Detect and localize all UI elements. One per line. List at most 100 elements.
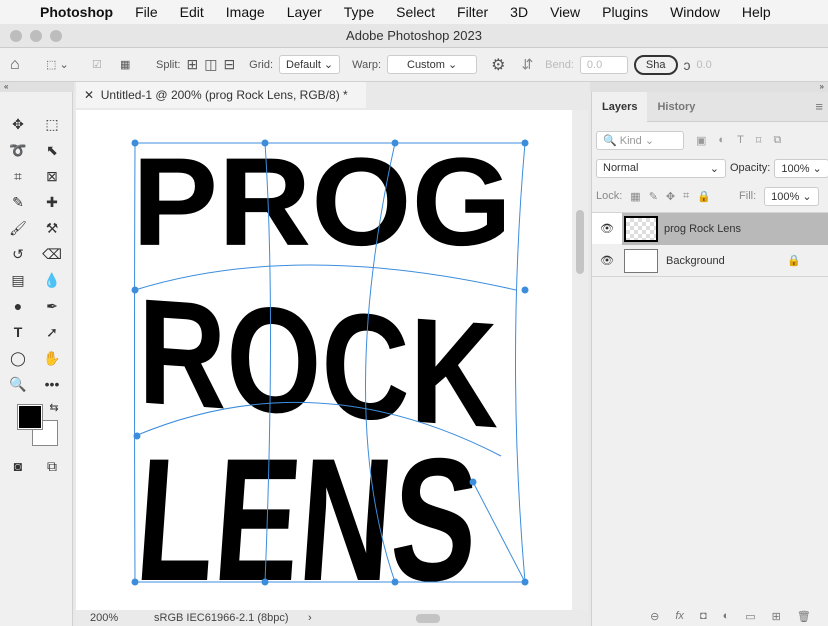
- menu-view[interactable]: View: [550, 4, 580, 20]
- layer-name[interactable]: prog Rock Lens: [664, 223, 741, 235]
- panel-menu-icon[interactable]: ≡: [815, 99, 823, 114]
- marquee-tool-icon[interactable]: ⬚: [42, 114, 62, 134]
- fill-input[interactable]: 100% ⌄: [764, 186, 819, 206]
- warp-point[interactable]: [521, 286, 529, 294]
- shape-input[interactable]: Sha: [633, 54, 678, 75]
- new-layer-icon[interactable]: ⊞: [772, 610, 781, 623]
- split-vertical-button[interactable]: ◫: [204, 56, 217, 73]
- zoom-window-button[interactable]: [50, 30, 62, 42]
- warp-point[interactable]: [261, 578, 269, 586]
- vertical-scrollbar[interactable]: [572, 110, 588, 610]
- pen-tool-icon[interactable]: ✒: [42, 296, 62, 316]
- eraser-tool-icon[interactable]: ⌫: [42, 244, 62, 264]
- canvas[interactable]: PROG ROCK LENS: [76, 110, 572, 618]
- new-group-icon[interactable]: ▭: [745, 610, 755, 623]
- minimize-window-button[interactable]: [30, 30, 42, 42]
- warp-orientation-icon[interactable]: ⇵: [521, 56, 533, 73]
- layer-row[interactable]: 👁 Background 🔒: [592, 245, 828, 277]
- filter-adjustment-icon[interactable]: ◐: [718, 134, 725, 146]
- filter-type-icon[interactable]: T: [737, 134, 744, 146]
- warp-artwork[interactable]: PROG ROCK LENS: [76, 110, 572, 618]
- lock-pixels-icon[interactable]: ✎: [649, 190, 658, 203]
- filter-shape-icon[interactable]: ⌑: [756, 134, 762, 147]
- filter-pixel-icon[interactable]: ▣: [696, 134, 706, 147]
- blur-tool-icon[interactable]: 💧: [42, 270, 62, 290]
- visibility-eye-icon[interactable]: 👁: [592, 222, 622, 235]
- swap-colors-icon[interactable]: ⇆: [44, 398, 64, 418]
- link-layers-icon[interactable]: ⊖: [650, 610, 659, 623]
- split-horizontal-button[interactable]: ⊟: [223, 56, 235, 73]
- dodge-tool-icon[interactable]: ●: [8, 296, 28, 316]
- warp-point[interactable]: [521, 578, 529, 586]
- more-tools-icon[interactable]: •••: [42, 374, 62, 394]
- warp-point[interactable]: [521, 139, 529, 147]
- ellipse-tool-icon[interactable]: ◯: [8, 348, 28, 368]
- document-tab[interactable]: ✕ Untitled-1 @ 200% (prog Rock Lens, RGB…: [76, 82, 366, 108]
- horizontal-scroll-thumb[interactable]: [416, 614, 440, 623]
- path-select-tool-icon[interactable]: ➚: [42, 322, 62, 342]
- menu-window[interactable]: Window: [670, 4, 720, 20]
- gear-icon[interactable]: ⚙: [491, 55, 505, 75]
- stamp-tool-icon[interactable]: ⚒: [42, 218, 62, 238]
- warp-point[interactable]: [469, 478, 477, 486]
- visibility-eye-icon[interactable]: 👁: [592, 254, 622, 267]
- zoom-level[interactable]: 200%: [90, 610, 118, 626]
- menu-plugins[interactable]: Plugins: [602, 4, 648, 20]
- foreground-color-swatch[interactable]: [17, 404, 43, 430]
- warp-point[interactable]: [391, 578, 399, 586]
- menu-help[interactable]: Help: [742, 4, 771, 20]
- lock-transparent-icon[interactable]: ▦: [630, 190, 640, 203]
- menu-file[interactable]: File: [135, 4, 158, 20]
- filter-kind-select[interactable]: 🔍 Kind ⌄: [596, 130, 684, 150]
- warp-point[interactable]: [133, 432, 141, 440]
- brush-tool-icon[interactable]: 🖌: [8, 218, 28, 238]
- transform-icon[interactable]: ⬚ ⌄: [46, 58, 86, 71]
- checkbox-icon[interactable]: ☑: [92, 58, 114, 71]
- menu-3d[interactable]: 3D: [510, 4, 528, 20]
- frame-tool-icon[interactable]: ⊠: [42, 166, 62, 186]
- screen-mode-icon[interactable]: ⧉: [42, 456, 62, 476]
- grid-points-icon[interactable]: ▦: [120, 58, 150, 71]
- lock-artboard-icon[interactable]: ⌗: [683, 190, 689, 203]
- menu-layer[interactable]: Layer: [287, 4, 322, 20]
- tab-history[interactable]: History: [647, 92, 705, 122]
- quick-mask-icon[interactable]: ◙: [8, 456, 28, 476]
- tab-layers[interactable]: Layers: [592, 91, 648, 122]
- grid-select[interactable]: Default ⌄: [279, 55, 341, 74]
- zoom-tool-icon[interactable]: 🔍: [8, 374, 28, 394]
- add-mask-icon[interactable]: ◘: [700, 610, 707, 622]
- hand-tool-icon[interactable]: ✋: [42, 348, 62, 368]
- collapse-right-icon[interactable]: »: [820, 82, 824, 91]
- gradient-tool-icon[interactable]: ▤: [8, 270, 28, 290]
- lasso-tool-icon[interactable]: ➰: [8, 140, 28, 160]
- menu-type[interactable]: Type: [344, 4, 374, 20]
- warp-point[interactable]: [131, 578, 139, 586]
- object-select-tool-icon[interactable]: ⬉: [42, 140, 62, 160]
- filter-smart-object-icon[interactable]: ⧉: [773, 134, 781, 147]
- fx-icon[interactable]: fx: [675, 610, 684, 622]
- warp-point[interactable]: [261, 139, 269, 147]
- collapse-left-icon[interactable]: «: [4, 82, 8, 91]
- layer-row[interactable]: 👁 prog Rock Lens: [592, 212, 828, 245]
- status-menu-arrow[interactable]: ›: [308, 610, 312, 626]
- close-window-button[interactable]: [10, 30, 22, 42]
- lock-all-icon[interactable]: 🔒: [697, 190, 711, 203]
- menu-select[interactable]: Select: [396, 4, 435, 20]
- warp-point[interactable]: [131, 286, 139, 294]
- adjustment-layer-icon[interactable]: ◐: [723, 610, 730, 622]
- eyedropper-tool-icon[interactable]: ✎: [8, 192, 28, 212]
- rotate-icon[interactable]: ↄ: [684, 57, 691, 73]
- field-v2[interactable]: 0.0: [697, 59, 712, 71]
- menu-edit[interactable]: Edit: [180, 4, 204, 20]
- warp-select[interactable]: Custom ⌄: [387, 55, 478, 74]
- type-tool-icon[interactable]: T: [8, 322, 28, 342]
- blend-mode-select[interactable]: Normal ⌄: [596, 158, 726, 178]
- vertical-scroll-thumb[interactable]: [576, 210, 584, 274]
- warp-point[interactable]: [131, 139, 139, 147]
- menu-image[interactable]: Image: [226, 4, 265, 20]
- bend-input[interactable]: 0.0: [579, 55, 628, 74]
- crop-tool-icon[interactable]: ⌗: [8, 166, 28, 186]
- layer-name[interactable]: Background: [666, 255, 725, 267]
- warp-point[interactable]: [391, 139, 399, 147]
- history-brush-tool-icon[interactable]: ↺: [8, 244, 28, 264]
